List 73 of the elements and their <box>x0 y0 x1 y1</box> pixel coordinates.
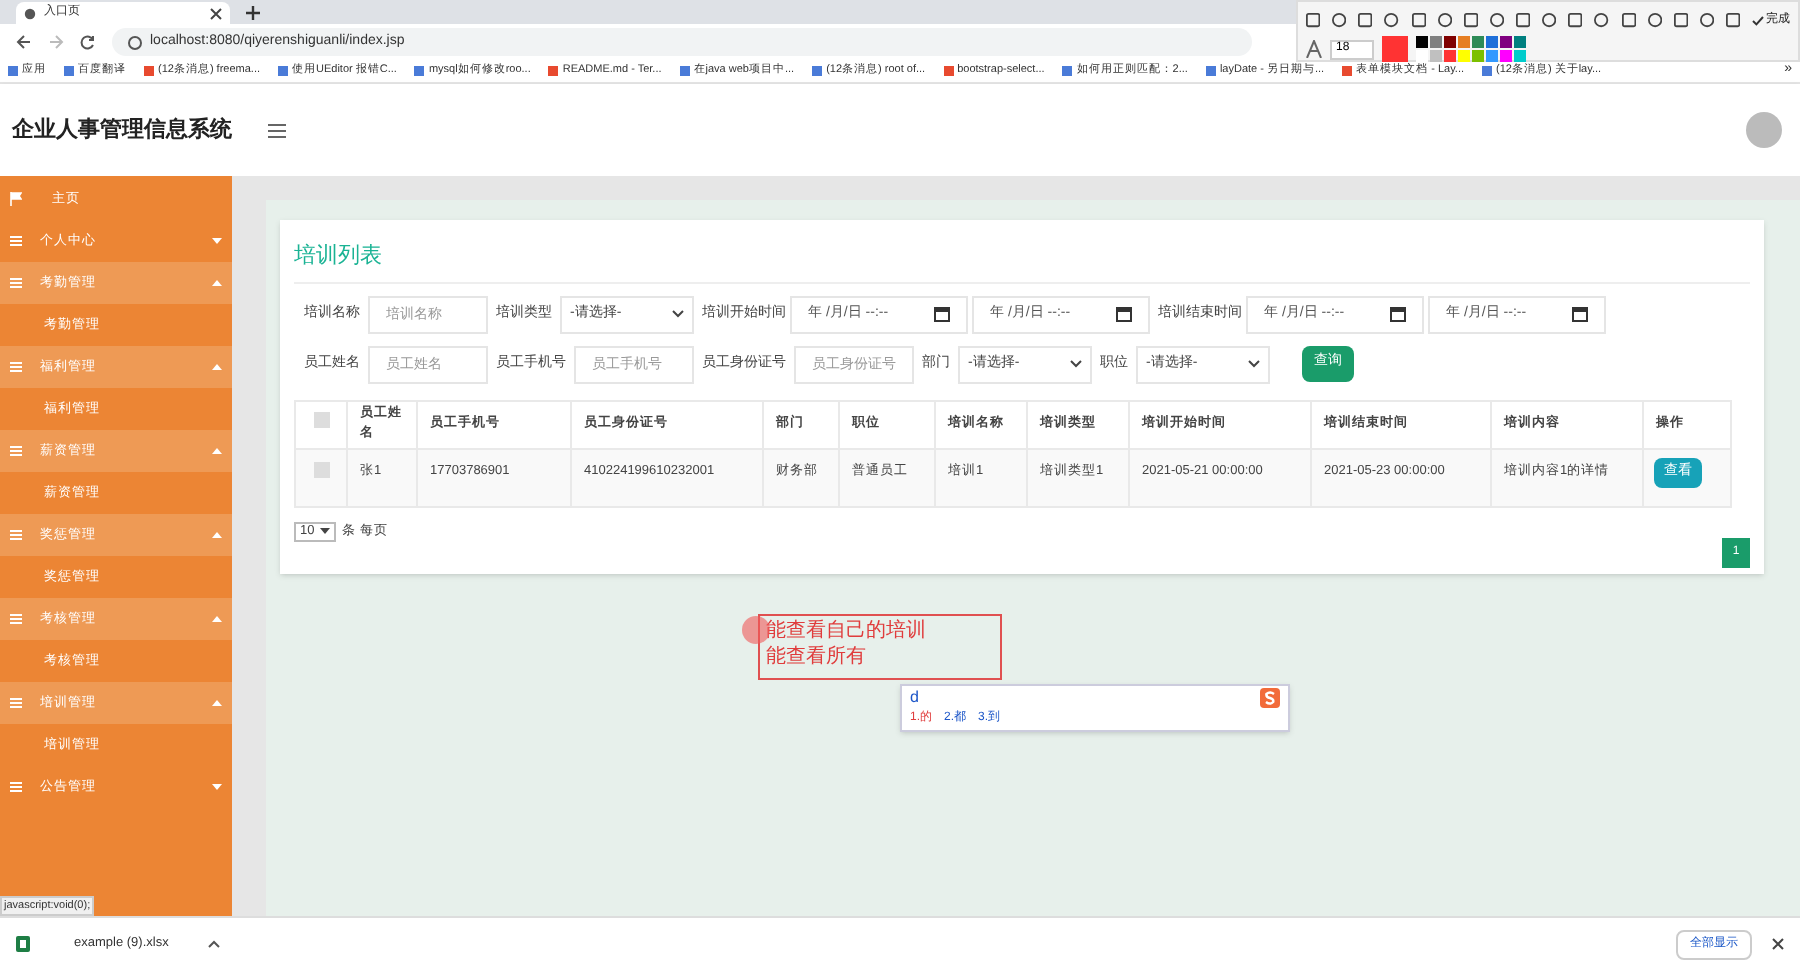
bookmark-favicon-icon <box>278 66 289 76</box>
color-swatch[interactable] <box>1430 50 1442 62</box>
color-swatch[interactable] <box>1416 36 1428 48</box>
close-icon[interactable] <box>210 7 222 19</box>
chevron-down-icon <box>1070 360 1082 368</box>
color-swatch[interactable] <box>1486 36 1498 48</box>
bookmark-favicon-icon <box>548 66 559 76</box>
chevron-down-icon <box>672 310 684 318</box>
spreadsheet-file-icon <box>16 936 30 952</box>
color-swatch[interactable] <box>1458 36 1470 48</box>
color-swatch[interactable] <box>1444 50 1456 62</box>
bookmark-favicon-icon <box>1062 66 1073 76</box>
list-icon <box>10 446 22 456</box>
list-icon <box>10 614 22 624</box>
color-swatch[interactable] <box>1514 36 1526 48</box>
caret-up-icon <box>212 616 222 622</box>
bookmark-favicon-icon <box>414 66 425 76</box>
check-icon[interactable] <box>1752 15 1765 25</box>
font-icon <box>1306 40 1322 58</box>
bookmark-favicon-icon <box>144 66 154 76</box>
bookmark-favicon-icon <box>8 66 18 76</box>
chevron-down-icon <box>1248 360 1260 368</box>
current-color-swatch[interactable] <box>1382 36 1408 62</box>
color-swatch[interactable] <box>1430 36 1442 48</box>
flag-icon <box>10 192 22 206</box>
list-icon <box>10 782 22 792</box>
color-swatch[interactable] <box>1500 50 1512 62</box>
list-icon <box>10 698 22 708</box>
annotation-text: 能查看自己的培训 <box>766 618 928 644</box>
calendar-icon <box>934 306 950 322</box>
list-icon <box>10 530 22 540</box>
caret-down-icon <box>212 784 222 790</box>
color-swatch[interactable] <box>1472 36 1484 48</box>
caret-up-icon <box>212 448 222 454</box>
bookmark-favicon-icon <box>1482 66 1493 76</box>
list-icon <box>10 278 22 288</box>
plus-icon[interactable] <box>246 6 260 20</box>
list-icon <box>10 236 22 246</box>
ime-input-text: d <box>910 686 919 710</box>
chevron-down-icon <box>320 528 331 534</box>
reload-icon[interactable] <box>80 34 96 50</box>
bookmark-favicon-icon <box>64 66 74 76</box>
calendar-icon <box>1572 306 1588 322</box>
close-icon[interactable] <box>1772 938 1784 950</box>
bookmark-favicon-icon <box>1342 66 1353 76</box>
annotation-text: 能查看所有 <box>766 644 868 670</box>
checkbox[interactable] <box>313 461 329 477</box>
color-swatch[interactable] <box>1444 36 1456 48</box>
back-icon[interactable] <box>16 34 32 50</box>
menu-icon[interactable] <box>268 123 286 137</box>
list-icon <box>10 362 22 372</box>
color-swatch[interactable] <box>1416 50 1428 62</box>
chevron-up-icon[interactable] <box>208 940 221 948</box>
caret-up-icon <box>212 532 222 538</box>
caret-up-icon <box>212 700 222 706</box>
bookmark-favicon-icon <box>943 66 954 76</box>
calendar-icon <box>1390 306 1406 322</box>
checkbox[interactable] <box>313 412 329 429</box>
color-swatch[interactable] <box>1514 50 1526 62</box>
color-swatch[interactable] <box>1486 50 1498 62</box>
app-title: 企业人事管理信息系统 <box>12 115 232 146</box>
color-swatch[interactable] <box>1458 50 1470 62</box>
caret-up-icon <box>212 280 222 286</box>
color-swatch[interactable] <box>1500 36 1512 48</box>
bookmark-favicon-icon <box>1205 66 1216 76</box>
calendar-icon <box>1116 306 1132 322</box>
caret-up-icon <box>212 364 222 370</box>
caret-down-icon <box>212 238 222 244</box>
color-swatch[interactable] <box>1472 50 1484 62</box>
bookmark-favicon-icon <box>812 66 823 76</box>
bookmark-favicon-icon <box>679 66 690 76</box>
annotation-box[interactable]: 能查看自己的培训 能查看所有 <box>758 614 1002 680</box>
panel-title: 培训列表 <box>294 240 1750 283</box>
